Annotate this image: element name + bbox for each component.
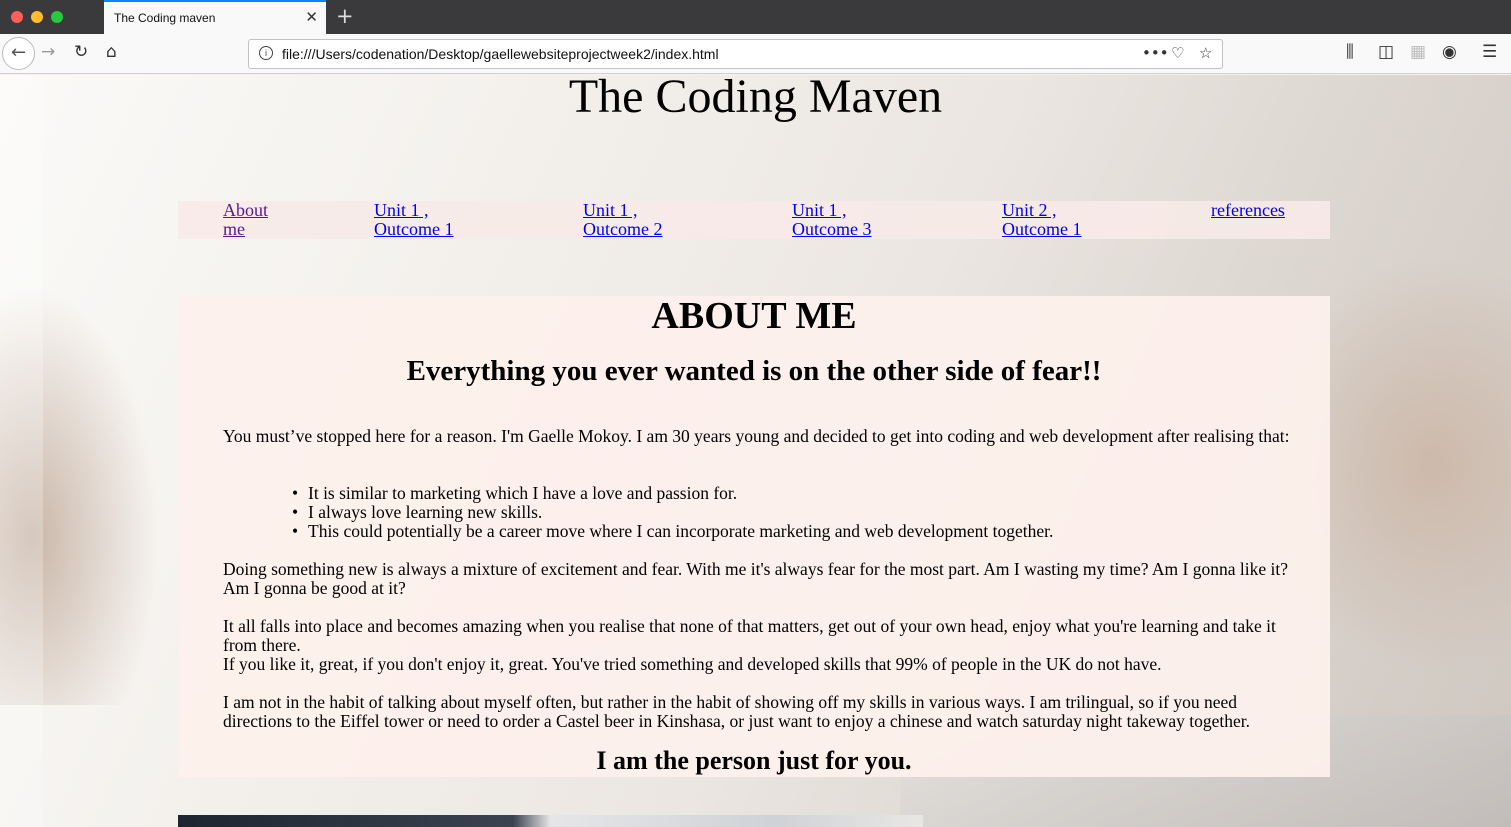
nav-link-line: Unit 2 , xyxy=(1002,200,1057,220)
url-text[interactable]: file:///Users/codenation/Desktop/gaellew… xyxy=(282,46,719,62)
list-item-text: This could potentially be a career move … xyxy=(308,521,1054,541)
about-heading: ABOUT ME xyxy=(651,295,857,337)
nav-link-line: About xyxy=(223,200,268,220)
nav-link-unit1-outcome1[interactable]: Unit 1 , Outcome 1 xyxy=(374,201,453,239)
about-subheading: Everything you ever wanted is on the oth… xyxy=(406,355,1102,387)
nav-link-line: Outcome 3 xyxy=(792,219,872,239)
nav-link-line: Unit 1 , xyxy=(374,200,429,220)
nav-link-references[interactable]: references xyxy=(1211,201,1285,220)
nav-link-line: references xyxy=(1211,200,1285,220)
browser-tab[interactable]: The Coding maven ✕ xyxy=(104,0,326,34)
browser-toolbar: ← → ↻ ⌂ i file:///Users/codenation/Deskt… xyxy=(0,34,1511,74)
tab-close-icon[interactable]: ✕ xyxy=(305,8,318,26)
nav-link-unit2-outcome1[interactable]: Unit 2 , Outcome 1 xyxy=(1002,201,1081,239)
pocket-icon[interactable]: ♡ xyxy=(1171,44,1184,62)
reasons-list: • It is similar to marketing which I have… xyxy=(292,483,1054,541)
list-item: • I always love learning new skills. xyxy=(292,502,543,522)
photo-image xyxy=(178,815,923,827)
page-title: The Coding Maven xyxy=(568,75,943,123)
nav-link-unit1-outcome3[interactable]: Unit 1 , Outcome 3 xyxy=(792,201,871,239)
paragraph-falls-into-place: It all falls into place and becomes amaz… xyxy=(223,616,1276,655)
intro-paragraph: You must’ve stopped here for a reason. I… xyxy=(223,426,1290,446)
reload-icon[interactable]: ↻ xyxy=(74,42,88,62)
home-icon[interactable]: ⌂ xyxy=(106,42,117,62)
nav-link-about-me[interactable]: About me xyxy=(223,201,268,239)
list-item: • This could potentially be a career move… xyxy=(292,521,1054,541)
close-window-button[interactable] xyxy=(11,11,23,23)
url-bar[interactable]: i file:///Users/codenation/Desktop/gaell… xyxy=(248,39,1223,69)
site-info-icon[interactable]: i xyxy=(259,46,273,60)
forward-arrow-icon[interactable]: → xyxy=(41,42,55,62)
paragraph-trilingual: I am not in the habit of talking about m… xyxy=(223,692,1250,731)
menu-icon[interactable]: ☰ xyxy=(1482,42,1497,62)
nav-link-line: me xyxy=(223,219,245,239)
about-me-section: ABOUT ME Everything you ever wanted is o… xyxy=(178,296,1330,777)
nav-link-line: Unit 1 , xyxy=(583,200,638,220)
library-icon[interactable]: ⫼ xyxy=(1346,42,1354,62)
page-margin xyxy=(0,75,43,827)
closing-statement: I am the person just for you. xyxy=(596,746,912,775)
nav-link-line: Outcome 2 xyxy=(583,219,663,239)
paragraph-fear: Doing something new is always a mixture … xyxy=(223,559,1288,598)
back-arrow-icon[interactable]: ← xyxy=(2,37,35,70)
page-viewport: The Coding Maven About me Unit 1 , Outco… xyxy=(0,75,1511,827)
page-actions-icon[interactable]: ••• xyxy=(1142,44,1169,62)
list-item-text: I always love learning new skills. xyxy=(308,502,543,522)
paragraph-skills: If you like it, great, if you don't enjo… xyxy=(223,654,1162,674)
list-item-text: It is similar to marketing which I have … xyxy=(308,483,738,503)
minimize-window-button[interactable] xyxy=(31,11,43,23)
nav-link-line: Outcome 1 xyxy=(1002,219,1082,239)
new-tab-icon[interactable]: + xyxy=(336,4,354,28)
sidebar-icon[interactable]: ◫ xyxy=(1378,42,1394,62)
list-item: • It is similar to marketing which I have… xyxy=(292,483,738,503)
maximize-window-button[interactable] xyxy=(51,11,63,23)
account-icon[interactable]: ◉ xyxy=(1442,42,1457,62)
nav-link-unit1-outcome2[interactable]: Unit 1 , Outcome 2 xyxy=(583,201,662,239)
nav-link-line: Unit 1 , xyxy=(792,200,847,220)
tab-title: The Coding maven xyxy=(114,11,216,25)
bookmark-star-icon[interactable]: ☆ xyxy=(1199,44,1212,62)
nav-link-line: Outcome 1 xyxy=(374,219,454,239)
tab-bar: The Coding maven ✕ + xyxy=(0,0,1511,34)
site-navigation: About me Unit 1 , Outcome 1 Unit 1 , Out… xyxy=(178,201,1330,239)
extension-icon[interactable]: ▦ xyxy=(1410,42,1426,62)
